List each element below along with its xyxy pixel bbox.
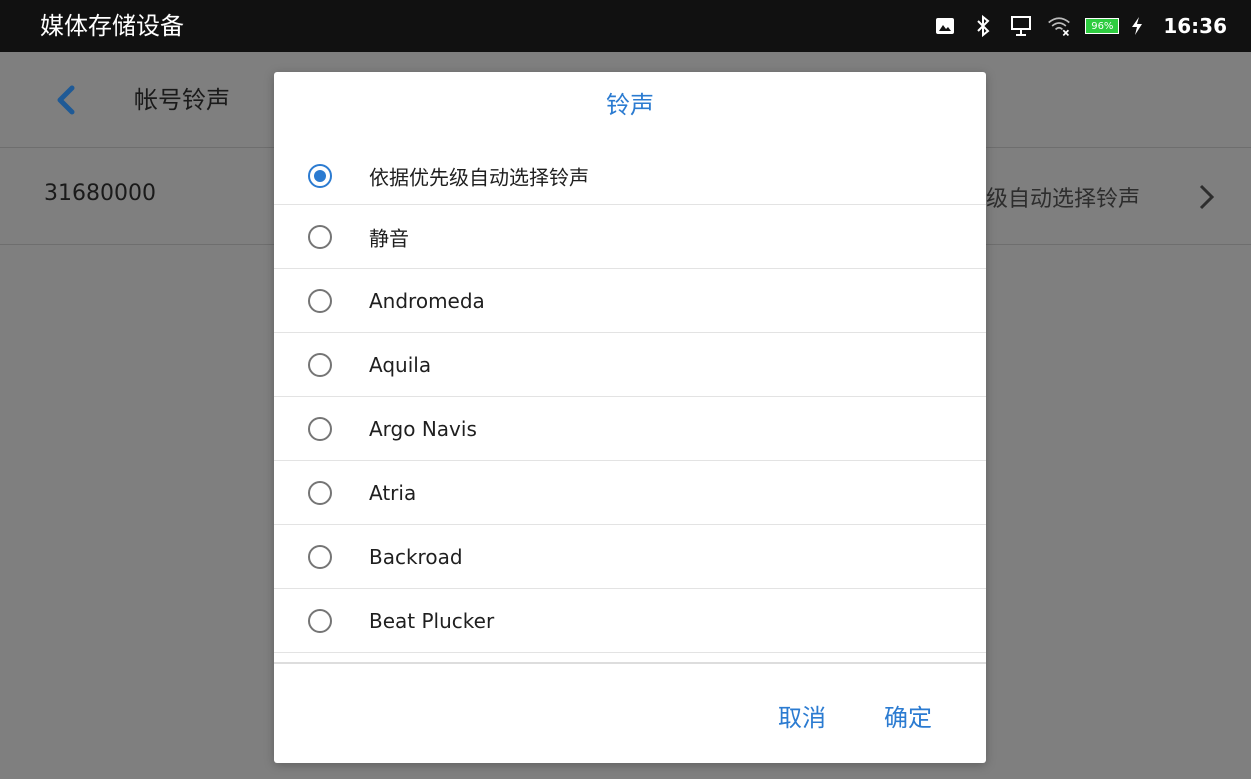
wifi-off-icon — [1047, 14, 1071, 38]
radio-button[interactable] — [308, 608, 332, 633]
ringtone-option[interactable]: Backroad — [274, 525, 986, 589]
ringtone-label: Argo Navis — [369, 416, 477, 441]
ringtone-option[interactable]: 静音 — [274, 205, 986, 269]
ringtone-option[interactable]: Argo Navis — [274, 397, 986, 461]
ringtone-label: Atria — [369, 480, 417, 505]
radio-button[interactable] — [308, 544, 332, 569]
ringtone-label: Aquila — [369, 352, 432, 377]
ok-button[interactable]: 确定 — [884, 698, 932, 733]
ringtone-label: Andromeda — [369, 288, 485, 313]
network-icon — [1009, 14, 1033, 38]
radio-button[interactable] — [308, 352, 332, 377]
ringtone-label: 静音 — [369, 226, 409, 250]
chevron-right-icon — [1193, 180, 1221, 214]
bluetooth-icon — [971, 14, 995, 38]
status-icons: 96% 16:36 — [933, 0, 1227, 52]
ringtone-option[interactable]: Beat Plucker — [274, 589, 986, 653]
radio-button[interactable] — [308, 224, 332, 249]
back-arrow-icon[interactable] — [48, 80, 88, 120]
ringtone-option[interactable]: 依据优先级自动选择铃声 — [274, 148, 986, 205]
ringtone-list[interactable]: 依据优先级自动选择铃声 静音 Andromeda Aquila Argo Nav… — [274, 148, 986, 665]
battery-icon: 96% — [1085, 18, 1120, 34]
clock: 16:36 — [1163, 14, 1227, 38]
ringtone-dialog: 铃声 依据优先级自动选择铃声 静音 Andromeda Aquila Argo … — [274, 72, 986, 763]
ringtone-label: Beat Plucker — [369, 608, 495, 633]
radio-button[interactable] — [308, 288, 332, 313]
page-title: 帐号铃声 — [134, 86, 230, 114]
charging-icon — [1125, 14, 1149, 38]
dialog-title: 铃声 — [606, 91, 654, 119]
cancel-button[interactable]: 取消 — [778, 698, 826, 733]
ringtone-label: 依据优先级自动选择铃声 — [369, 165, 589, 190]
status-bar: 媒体存储设备 96% 16:36 — [0, 0, 1251, 52]
dialog-divider — [274, 662, 986, 664]
status-bar-title: 媒体存储设备 — [40, 12, 184, 40]
ringtone-option[interactable]: Andromeda — [274, 269, 986, 333]
dialog-actions: 取消 确定 — [778, 698, 932, 733]
image-icon — [933, 14, 957, 38]
radio-button-selected[interactable] — [308, 164, 332, 188]
battery-indicator: 96% — [1085, 14, 1149, 38]
ringtone-option[interactable]: Atria — [274, 461, 986, 525]
account-number: 31680000 — [44, 181, 156, 206]
ringtone-label: Backroad — [369, 544, 463, 569]
ringtone-value: 级自动选择铃声 — [986, 187, 1141, 212]
ringtone-option[interactable]: Aquila — [274, 333, 986, 397]
radio-button[interactable] — [308, 416, 332, 441]
radio-button[interactable] — [308, 480, 332, 505]
